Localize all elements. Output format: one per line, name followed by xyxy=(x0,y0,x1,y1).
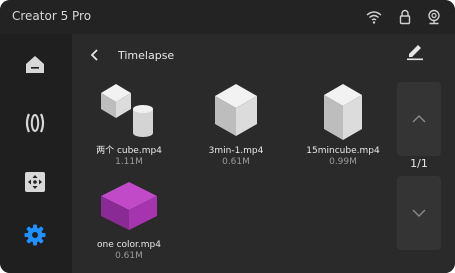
printer-screen: Creator 5 Pro Timelapse 两个 cube.mp4 1.11… xyxy=(0,0,455,273)
file-size: 0.61M xyxy=(222,157,250,167)
file-item[interactable]: one color.mp4 0.61M xyxy=(83,176,175,262)
file-size: 1.11M xyxy=(115,157,143,167)
file-name: 3min-1.mp4 xyxy=(208,146,264,156)
page-title: Timelapse xyxy=(118,49,175,62)
home-icon[interactable] xyxy=(22,51,48,77)
settings-gear-icon[interactable] xyxy=(22,222,48,248)
edit-pencil-icon[interactable] xyxy=(405,41,425,61)
video-thumbnail xyxy=(324,84,362,140)
timelapse-panel: Timelapse 两个 cube.mp4 1.11M 3min-1.mp4 0… xyxy=(72,34,455,273)
filament-icon[interactable] xyxy=(22,110,48,136)
status-bar: Creator 5 Pro xyxy=(0,0,455,34)
file-size: 0.99M xyxy=(329,157,357,167)
file-item[interactable]: 15mincube.mp4 0.99M xyxy=(297,82,389,168)
page-indicator: 1/1 xyxy=(410,157,428,170)
page-up-button[interactable] xyxy=(397,82,441,156)
chevron-up-icon xyxy=(412,115,426,123)
move-control-icon[interactable] xyxy=(22,169,48,195)
file-name: 15mincube.mp4 xyxy=(306,146,380,156)
wifi-icon xyxy=(366,11,382,24)
camera-icon[interactable] xyxy=(426,9,442,25)
back-arrow-icon[interactable] xyxy=(88,46,102,64)
sidebar xyxy=(0,34,72,273)
file-size: 0.61M xyxy=(115,251,143,261)
chevron-down-icon xyxy=(412,209,426,217)
video-thumbnail xyxy=(101,84,153,137)
file-item[interactable]: 两个 cube.mp4 1.11M xyxy=(83,82,175,168)
video-thumbnail xyxy=(101,182,157,230)
file-name: 两个 cube.mp4 xyxy=(96,146,162,156)
file-item[interactable]: 3min-1.mp4 0.61M xyxy=(190,82,282,168)
file-name: one color.mp4 xyxy=(96,240,161,250)
page-down-button[interactable] xyxy=(397,176,441,250)
lock-icon[interactable] xyxy=(397,9,413,25)
video-thumbnail xyxy=(215,84,257,136)
app-title: Creator 5 Pro xyxy=(12,9,92,23)
